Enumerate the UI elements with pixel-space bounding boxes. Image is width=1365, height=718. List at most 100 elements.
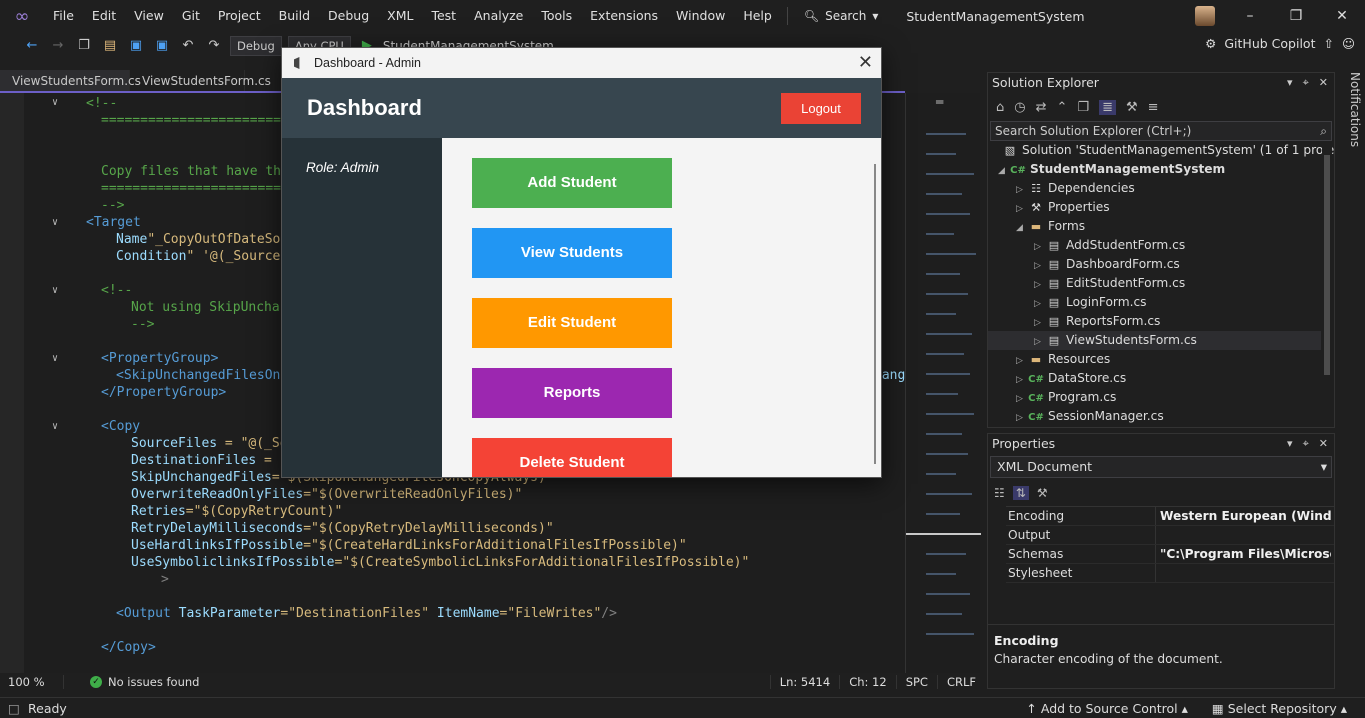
- menu-file[interactable]: File: [44, 0, 83, 32]
- menu-window[interactable]: Window: [667, 0, 734, 32]
- minimap-viewport[interactable]: [906, 533, 981, 535]
- add-student-button[interactable]: Add Student: [472, 158, 672, 208]
- tree-node-loginform[interactable]: ▷ ▤ LoginForm.cs: [988, 293, 1321, 312]
- open-folder-icon[interactable]: ▤: [100, 36, 120, 56]
- reports-button[interactable]: Reports: [472, 368, 672, 418]
- properties-wrench-icon[interactable]: ⚒: [1126, 100, 1138, 115]
- fold-toggle-icon[interactable]: ∨: [52, 97, 58, 108]
- tree-node-sessionmanager[interactable]: ▷ C# SessionManager.cs: [988, 407, 1321, 425]
- view-students-button[interactable]: View Students: [472, 228, 672, 278]
- tree-node-program[interactable]: ▷ C# Program.cs: [988, 388, 1321, 407]
- menu-git[interactable]: Git: [173, 0, 209, 32]
- logout-button[interactable]: Logout: [781, 93, 861, 124]
- edit-student-button[interactable]: Edit Student: [472, 298, 672, 348]
- delete-student-button[interactable]: Delete Student: [472, 438, 672, 477]
- tab-viewstudentsform-2[interactable]: ViewStudentsForm.cs: [130, 70, 271, 92]
- tree-node-project[interactable]: ◢ C# StudentManagementSystem: [988, 160, 1321, 179]
- property-value[interactable]: [1156, 564, 1331, 582]
- tree-node-resources[interactable]: ▷ ▬ Resources: [988, 350, 1321, 369]
- history-icon[interactable]: ◷: [1014, 100, 1025, 115]
- tree-node-properties[interactable]: ▷ ⚒ Properties: [988, 198, 1321, 217]
- menu-debug[interactable]: Debug: [319, 0, 378, 32]
- tree-node-editstudentform[interactable]: ▷ ▤ EditStudentForm.cs: [988, 274, 1321, 293]
- whitespace-mode[interactable]: SPC: [895, 675, 937, 689]
- restore-icon[interactable]: ❐: [1273, 0, 1319, 32]
- minimap[interactable]: ═: [905, 93, 981, 673]
- menu-view[interactable]: View: [125, 0, 173, 32]
- select-repository-button[interactable]: ▦ Select Repository ▴: [1212, 701, 1347, 716]
- copilot-button[interactable]: GitHub Copilot: [1224, 36, 1315, 51]
- solution-search-input[interactable]: Search Solution Explorer (Ctrl+;) ⌕: [990, 121, 1332, 141]
- preview-icon[interactable]: ≡: [1148, 100, 1159, 115]
- search-button[interactable]: 🔍︎ Search ▾: [794, 9, 889, 23]
- fold-toggle-icon[interactable]: ∨: [52, 421, 58, 432]
- tree-node-addstudentform[interactable]: ▷ ▤ AddStudentForm.cs: [988, 236, 1321, 255]
- property-row[interactable]: Schemas"C:\Program Files\Microsoft Vis: [1006, 545, 1334, 564]
- view-toggle-icon[interactable]: ≣: [1099, 99, 1116, 115]
- forward-icon[interactable]: →: [48, 36, 68, 56]
- tree-node-forms[interactable]: ◢ ▬ Forms: [988, 217, 1321, 236]
- menu-edit[interactable]: Edit: [83, 0, 125, 32]
- pin-icon[interactable]: ⌖: [1303, 73, 1309, 93]
- categorized-icon[interactable]: ☷: [994, 486, 1005, 500]
- column-number[interactable]: Ch: 12: [839, 675, 895, 689]
- redo-icon[interactable]: ↷: [204, 36, 224, 56]
- feedback-icon[interactable]: ☺: [1342, 36, 1355, 51]
- property-row[interactable]: EncodingWestern European (Windows): [1006, 507, 1334, 526]
- tree-node-dashboardform[interactable]: ▷ ▤ DashboardForm.cs: [988, 255, 1321, 274]
- tree-node-datastore[interactable]: ▷ C# DataStore.cs: [988, 369, 1321, 388]
- sync-icon[interactable]: ⇄: [1036, 100, 1047, 115]
- menu-help[interactable]: Help: [734, 0, 781, 32]
- property-row[interactable]: Stylesheet: [1006, 564, 1334, 583]
- property-value[interactable]: [1156, 526, 1331, 544]
- close-icon[interactable]: ✕: [1319, 0, 1365, 32]
- tree-node-reportsform[interactable]: ▷ ▤ ReportsForm.cs: [988, 312, 1321, 331]
- menu-project[interactable]: Project: [209, 0, 270, 32]
- menu-test[interactable]: Test: [422, 0, 465, 32]
- save-all-icon[interactable]: ▣: [152, 36, 172, 56]
- share-icon[interactable]: ⇧: [1323, 36, 1333, 51]
- tree-node-viewstudentsform[interactable]: ▷ ▤ ViewStudentsForm.cs: [988, 331, 1321, 350]
- close-icon[interactable]: ✕: [1319, 434, 1328, 454]
- undo-icon[interactable]: ↶: [178, 36, 198, 56]
- minimize-icon[interactable]: –: [1227, 0, 1273, 32]
- content-scrollbar[interactable]: [874, 164, 876, 464]
- object-selector[interactable]: XML Document ▾: [990, 456, 1332, 478]
- fold-toggle-icon[interactable]: ∨: [52, 285, 58, 296]
- menu-build[interactable]: Build: [270, 0, 319, 32]
- property-value[interactable]: Western European (Windows): [1156, 507, 1331, 525]
- back-icon[interactable]: ←: [22, 36, 42, 56]
- tree-node-solution[interactable]: ▧ Solution 'StudentManagementSystem' (1 o…: [988, 141, 1334, 160]
- output-icon[interactable]: □: [8, 701, 20, 716]
- close-icon[interactable]: ✕: [858, 52, 873, 73]
- fold-toggle-icon[interactable]: ∨: [52, 217, 58, 228]
- tab-viewstudentsform-1[interactable]: ViewStudentsForm.cs: [0, 70, 141, 92]
- add-to-source-control-button[interactable]: ↑ Add to Source Control ▴: [1026, 701, 1188, 716]
- property-pages-icon[interactable]: ⚒: [1037, 486, 1048, 500]
- save-icon[interactable]: ▣: [126, 36, 146, 56]
- alphabetical-icon[interactable]: ⇅: [1012, 486, 1029, 500]
- scrollbar-thumb[interactable]: [1324, 155, 1330, 375]
- menu-tools[interactable]: Tools: [532, 0, 581, 32]
- menu-xml[interactable]: XML: [378, 0, 422, 32]
- collapse-all-icon[interactable]: ⌃: [1057, 100, 1068, 115]
- property-row[interactable]: Output: [1006, 526, 1334, 545]
- dropdown-icon[interactable]: ▾: [1287, 73, 1293, 93]
- pin-icon[interactable]: ⌖: [1303, 434, 1309, 454]
- tree-scrollbar[interactable]: [1322, 141, 1332, 425]
- new-project-icon[interactable]: ❐: [74, 36, 94, 56]
- configuration-select[interactable]: Debug: [230, 36, 282, 56]
- tree-node-dependencies[interactable]: ▷ ☷ Dependencies: [988, 179, 1321, 198]
- notifications-side-tab[interactable]: Notifications: [1338, 72, 1362, 152]
- menu-extensions[interactable]: Extensions: [581, 0, 667, 32]
- menu-analyze[interactable]: Analyze: [465, 0, 532, 32]
- dialog-title-bar[interactable]: Dashboard - Admin ✕: [282, 48, 881, 78]
- fold-toggle-icon[interactable]: ∨: [52, 353, 58, 364]
- property-value[interactable]: "C:\Program Files\Microsoft Vis: [1156, 545, 1331, 563]
- show-all-files-icon[interactable]: ❐: [1077, 100, 1089, 115]
- line-ending[interactable]: CRLF: [936, 675, 985, 689]
- zoom-level[interactable]: 100 %: [0, 675, 64, 689]
- split-icon[interactable]: ═: [936, 95, 943, 109]
- visual-studio-logo-icon[interactable]: ∞: [0, 0, 44, 32]
- close-icon[interactable]: ✕: [1319, 73, 1328, 93]
